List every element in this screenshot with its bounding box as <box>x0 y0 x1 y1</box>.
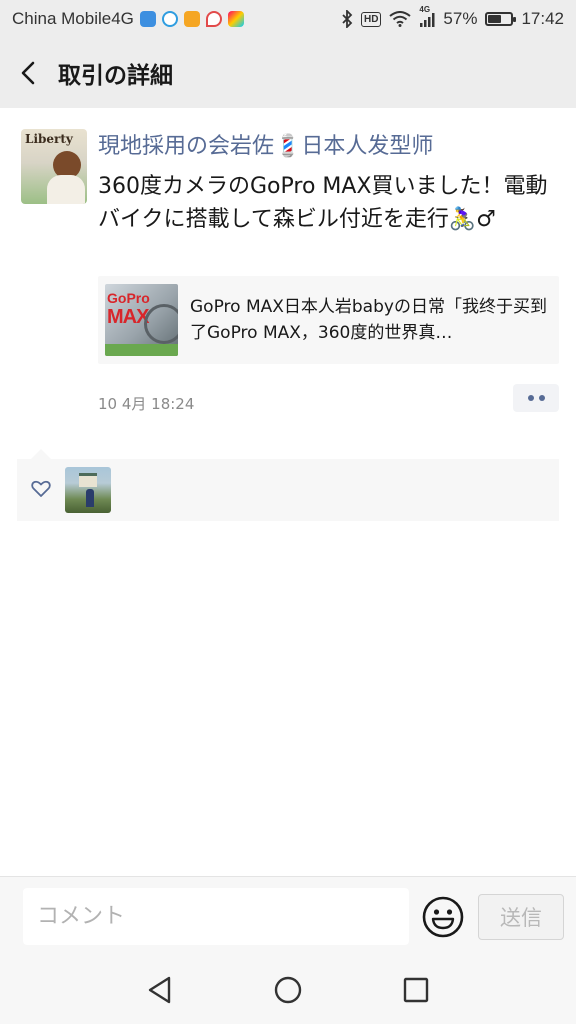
system-nav-bar <box>0 956 576 1024</box>
battery-icon <box>485 12 517 26</box>
gallery-app-icon <box>227 11 244 27</box>
browser-app-icon <box>161 11 178 27</box>
link-title: GoPro MAX日本人岩babyの日常「我终于买到了GoPro MAX，360… <box>190 297 547 343</box>
comment-input[interactable] <box>23 888 409 945</box>
hd-badge: HD <box>360 11 382 27</box>
notification-icons <box>139 11 244 27</box>
post-text: 360度カメラのGoPro MAX買いました！電動バイクに搭載して森ビル付近を走… <box>98 174 548 232</box>
battery-percent: 57% <box>443 9 478 28</box>
cell-signal-icon: 4G <box>419 5 435 27</box>
wifi-icon <box>389 11 412 27</box>
link-thumbnail: GoPro MAX <box>105 284 178 356</box>
shield-app-icon <box>139 11 156 27</box>
emoji-button[interactable] <box>421 895 465 939</box>
back-button[interactable] <box>0 38 56 108</box>
thumbnail-text-2: MAX <box>107 306 149 328</box>
carrier-name: China Mobile4G <box>12 9 134 28</box>
status-indicators: HD 4G 57% 17:42 <box>341 5 564 29</box>
author-name[interactable]: 現地採用の会岩佐💈日本人发型师 <box>98 128 433 160</box>
nav-home-button[interactable] <box>272 974 304 1006</box>
network-type-label: 4G <box>419 5 431 14</box>
video-app-icon <box>183 11 200 27</box>
likes-section <box>17 449 559 521</box>
status-bar: China Mobile4G HD 4G 57% 17:42 <box>0 0 576 38</box>
heart-icon <box>31 480 51 497</box>
author-avatar[interactable]: Liberty <box>21 129 87 204</box>
send-button[interactable]: 送信 <box>478 894 564 940</box>
bluetooth-icon <box>342 10 353 28</box>
top-bar: 取引の詳細 <box>0 38 576 108</box>
clock: 17:42 <box>521 9 564 28</box>
comment-bar: 送信 <box>0 876 576 956</box>
more-options-button[interactable] <box>513 384 559 412</box>
post-timestamp: 10 4月 18:24 <box>98 395 195 413</box>
map-pin-icon <box>205 11 222 27</box>
circle-home-icon <box>274 976 302 1004</box>
triangle-back-icon <box>148 976 171 1004</box>
nav-recents-button[interactable] <box>400 974 432 1006</box>
page-title: 取引の詳細 <box>58 63 173 89</box>
post-detail: Liberty 現地採用の会岩佐💈日本人发型师 360度カメラのGoPro MA… <box>0 108 576 876</box>
dot-icon <box>527 395 534 401</box>
dot-icon <box>538 395 545 401</box>
thumbnail-text-1: GoPro <box>107 290 150 306</box>
shared-link-card[interactable]: GoPro MAX GoPro MAX日本人岩babyの日常「我终于买到了GoP… <box>98 276 559 364</box>
nav-back-button[interactable] <box>144 974 176 1006</box>
liker-avatar[interactable] <box>65 467 111 513</box>
square-recents-icon <box>403 977 429 1003</box>
chevron-left-icon <box>21 61 35 85</box>
avatar-brand-text: Liberty <box>25 132 73 146</box>
smiley-icon <box>422 896 464 938</box>
